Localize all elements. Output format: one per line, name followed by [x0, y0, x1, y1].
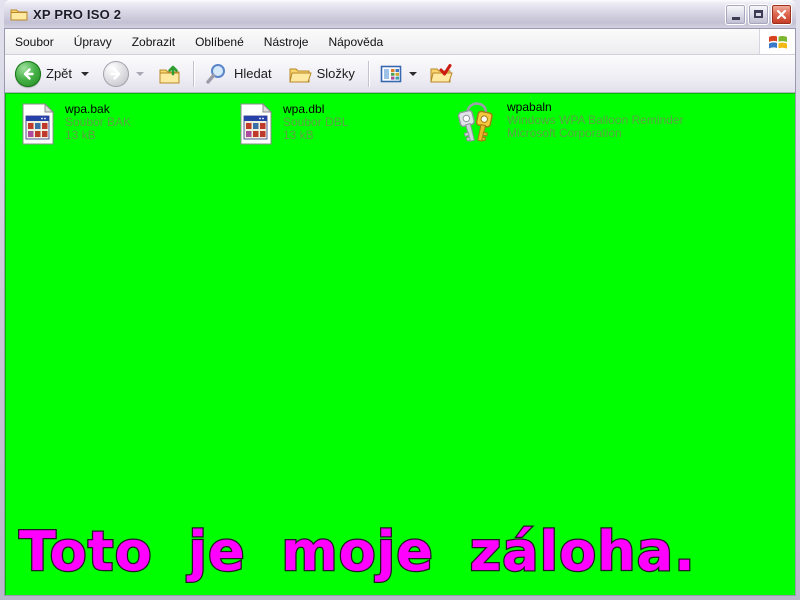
back-button[interactable]: Zpět	[11, 59, 93, 89]
bak-file-icon	[22, 103, 55, 145]
views-icon	[380, 65, 402, 82]
folders-icon	[288, 68, 312, 82]
back-label: Zpět	[46, 66, 73, 81]
minimize-icon	[731, 17, 740, 20]
file-tile-text: wpabaln Windows WPA Balloon Reminder Mic…	[507, 101, 684, 140]
file-company: Microsoft Corporation	[507, 126, 622, 140]
close-button[interactable]	[771, 3, 792, 25]
file-tile-wpabaln[interactable]: wpabaln Windows WPA Balloon Reminder Mic…	[455, 101, 684, 145]
forward-dropdown-icon	[136, 71, 145, 76]
up-folder-icon	[159, 65, 180, 83]
menu-soubor[interactable]: Soubor	[5, 29, 64, 54]
folder-icon	[10, 9, 28, 21]
file-tile-wpa-bak[interactable]: wpa.bak Soubor BAK 13 kB	[21, 103, 131, 145]
toolbar: Zpět Hledat Složky	[5, 55, 795, 93]
file-list-area[interactable]: wpa.bak Soubor BAK 13 kB wpa.dbl Soubor …	[5, 93, 795, 595]
search-button[interactable]: Hledat	[201, 60, 278, 88]
back-icon	[15, 60, 41, 87]
toolbar-separator	[367, 60, 369, 87]
menu-upravy[interactable]: Úpravy	[64, 29, 122, 54]
folder-sync-button[interactable]	[425, 60, 457, 88]
file-tile-text: wpa.dbl Soubor DBL 13 kB	[283, 103, 348, 142]
window-title: XP PRO ISO 2	[33, 6, 122, 22]
file-tile-wpa-dbl[interactable]: wpa.dbl Soubor DBL 13 kB	[239, 103, 348, 145]
keys-icon	[457, 102, 493, 142]
file-tile-text: wpa.bak Soubor BAK 13 kB	[65, 103, 131, 142]
menubar-spacer	[393, 29, 759, 54]
menu-oblibene[interactable]: Oblíbené	[185, 29, 254, 54]
views-button[interactable]	[376, 62, 421, 86]
back-dropdown-icon	[81, 71, 90, 76]
dbl-file-icon	[240, 103, 273, 145]
window-client: Soubor Úpravy Zobrazit Oblíbené Nástroje…	[4, 28, 796, 596]
menu-napoveda[interactable]: Nápověda	[318, 29, 393, 54]
folder-check-icon	[430, 63, 453, 82]
views-dropdown-icon	[408, 71, 417, 76]
menubar: Soubor Úpravy Zobrazit Oblíbené Nástroje…	[5, 29, 795, 55]
folders-button[interactable]: Složky	[284, 60, 361, 88]
forward-icon	[103, 60, 130, 87]
titlebar[interactable]: XP PRO ISO 2	[4, 0, 796, 28]
windows-logo-box	[759, 29, 795, 54]
minimize-button[interactable]	[725, 3, 746, 25]
maximize-button[interactable]	[748, 3, 769, 25]
backup-caption: Toto je moje záloha.	[18, 519, 696, 585]
explorer-window: XP PRO ISO 2 Soubor Úpravy Zobrazit Oblí…	[0, 0, 800, 600]
folders-label: Složky	[316, 66, 355, 81]
search-icon	[206, 63, 226, 84]
menu-nastroje[interactable]: Nástroje	[254, 29, 319, 54]
file-size: 13 kB	[283, 128, 314, 142]
search-label: Hledat	[234, 66, 272, 81]
file-size: 13 kB	[65, 128, 96, 142]
maximize-icon	[754, 10, 763, 18]
forward-button[interactable]	[99, 59, 148, 89]
close-icon	[776, 9, 787, 19]
toolbar-separator	[193, 60, 195, 87]
menu-zobrazit[interactable]: Zobrazit	[122, 29, 185, 54]
windows-logo-icon	[768, 35, 787, 49]
up-button[interactable]	[154, 60, 186, 88]
